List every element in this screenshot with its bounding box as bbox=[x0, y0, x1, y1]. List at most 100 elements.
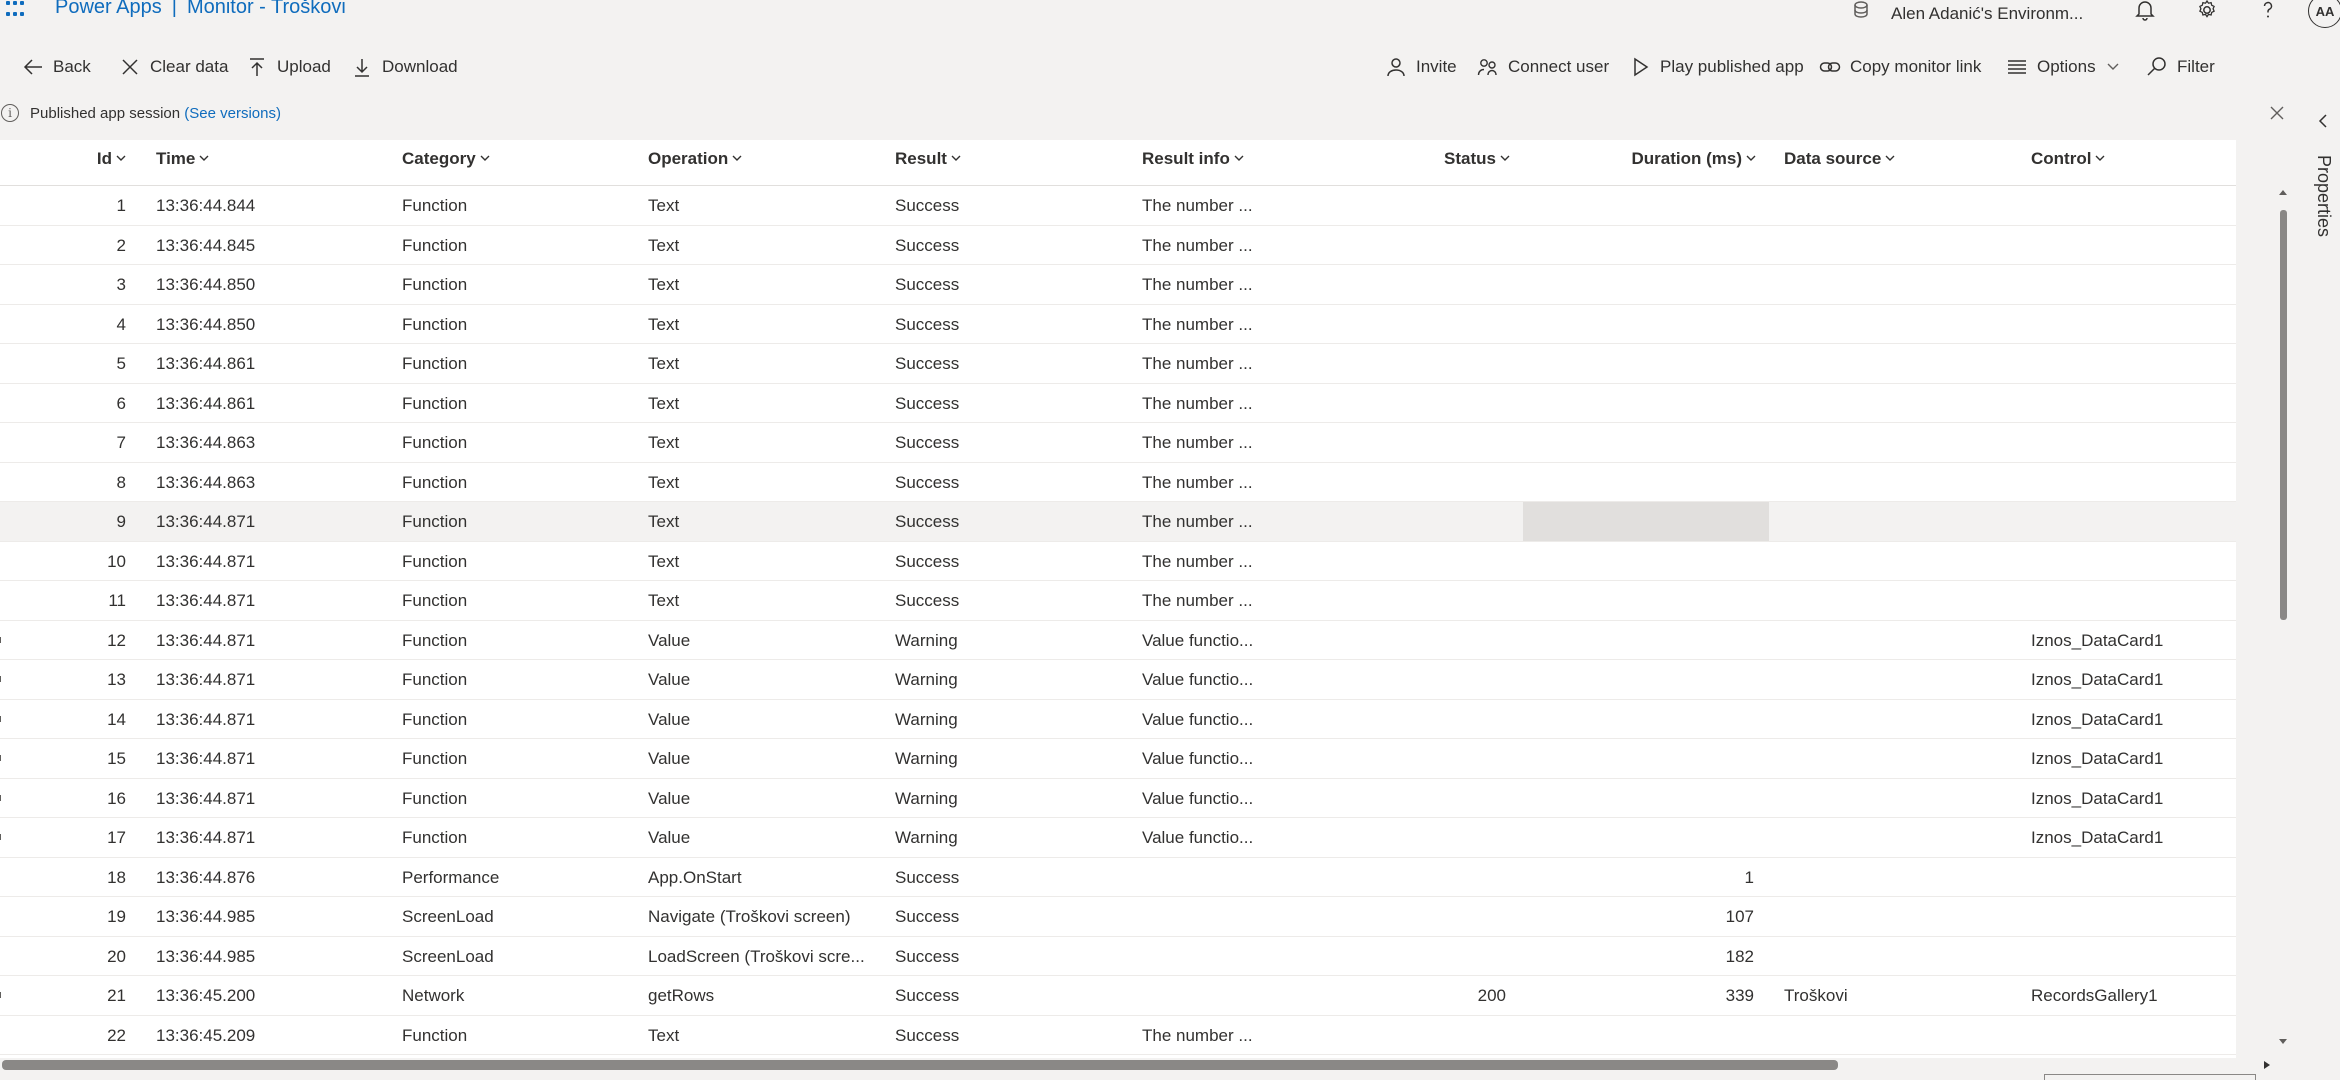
settings-gear-icon[interactable] bbox=[2195, 0, 2219, 22]
table-row[interactable]: 14 13:36:44.871 Function Value Warning Value … bbox=[0, 699, 2236, 739]
session-type: Published app session bbox=[30, 105, 181, 122]
cell-operation: Text bbox=[648, 314, 680, 334]
vertical-scroll-thumb[interactable] bbox=[2280, 210, 2287, 620]
table-row[interactable]: 20 13:36:44.985 ScreenLoad LoadScreen (Troš… bbox=[0, 936, 2236, 976]
row-expand-indicator[interactable] bbox=[0, 676, 3, 682]
column-header-result[interactable]: Result bbox=[895, 149, 961, 169]
clear-data-button[interactable]: Clear data bbox=[119, 50, 228, 84]
table-row[interactable]: 8 13:36:44.863 Function Text Success The numb… bbox=[0, 462, 2236, 502]
cell-result: Success bbox=[895, 1025, 960, 1045]
download-arrow-icon bbox=[355, 59, 369, 77]
app-launcher-icon[interactable] bbox=[6, 0, 26, 20]
table-row[interactable]: 4 13:36:44.850 Function Text Success The numb… bbox=[0, 304, 2236, 344]
column-header-id[interactable]: Id bbox=[60, 149, 126, 169]
row-expand-indicator[interactable] bbox=[0, 992, 3, 998]
row-expand-indicator[interactable] bbox=[0, 755, 3, 761]
row-expand-indicator[interactable] bbox=[0, 834, 3, 840]
app-name[interactable]: Power Apps bbox=[55, 0, 162, 18]
table-row[interactable]: 15 13:36:44.871 Function Value Warning Value … bbox=[0, 739, 2236, 779]
chevron-down-icon bbox=[951, 155, 961, 161]
column-header-result-info[interactable]: Result info bbox=[1142, 149, 1244, 169]
environment-name[interactable]: Alen Adanić's Environm... bbox=[1891, 4, 2083, 24]
cell-operation: getRows bbox=[648, 986, 715, 1005]
cell-id: 9 bbox=[116, 512, 126, 531]
cell-result: Success bbox=[895, 354, 960, 373]
column-header-data-source[interactable]: Data source bbox=[1784, 149, 1895, 169]
cell-category: Function bbox=[402, 354, 468, 373]
properties-panel-toggle[interactable]: Properties bbox=[2304, 155, 2334, 265]
scroll-up-arrow-icon[interactable] bbox=[2276, 186, 2290, 198]
table-row[interactable]: 11 13:36:44.871 Function Text Success The num… bbox=[0, 581, 2236, 621]
scroll-down-arrow-icon[interactable] bbox=[2276, 1036, 2290, 1048]
table-row[interactable]: 22 13:36:45.209 Function Text Success The num… bbox=[0, 1015, 2236, 1055]
row-expand-indicator[interactable] bbox=[0, 636, 3, 643]
column-header-control[interactable]: Control bbox=[2031, 149, 2105, 169]
cell-id: 19 bbox=[107, 907, 126, 926]
table-row[interactable]: 18 13:36:44.876 Performance App.OnStart Succ… bbox=[0, 857, 2236, 897]
connect-user-button[interactable]: Connect user bbox=[1477, 50, 1609, 84]
copy-monitor-link-button[interactable]: Copy monitor link bbox=[1819, 50, 1981, 84]
table-row[interactable]: 17 13:36:44.871 Function Value Warning Value … bbox=[0, 818, 2236, 858]
table-row[interactable]: 12 13:36:44.871 Function Value Warning Value … bbox=[0, 620, 2236, 660]
cell-category: Function bbox=[402, 591, 468, 610]
table-row[interactable]: 19 13:36:44.985 ScreenLoad Navigate (Troško… bbox=[0, 897, 2236, 937]
table-row[interactable]: 5 13:36:44.861 Function Text Success The numb… bbox=[0, 344, 2236, 384]
upload-button[interactable]: Upload bbox=[246, 50, 331, 84]
cell-category: Function bbox=[402, 512, 468, 531]
options-dropdown[interactable]: Options bbox=[2006, 50, 2120, 84]
table-row[interactable]: 9 13:36:44.871 Function Text Success The numb… bbox=[0, 502, 2236, 542]
column-header-category[interactable]: Category bbox=[402, 149, 490, 169]
cell-category: Function bbox=[402, 551, 468, 571]
close-x-icon bbox=[122, 59, 138, 75]
user-avatar[interactable]: AA bbox=[2308, 0, 2340, 28]
scroll-right-arrow-icon[interactable] bbox=[2260, 1058, 2274, 1072]
cell-time: 13:36:44.850 bbox=[156, 275, 256, 294]
download-button[interactable]: Download bbox=[351, 50, 458, 84]
horizontal-scroll-thumb[interactable] bbox=[2, 1060, 1838, 1070]
cell-time: 13:36:44.871 bbox=[156, 512, 256, 531]
table-row[interactable]: 1 13:36:44.844 Function Text Success The numb… bbox=[0, 186, 2236, 226]
cell-id: 22 bbox=[107, 1025, 126, 1045]
cell-result-info: Value functio... bbox=[1142, 749, 1254, 768]
table-row[interactable]: 3 13:36:44.850 Function Text Success The numb… bbox=[0, 265, 2236, 305]
cell-operation: Text bbox=[648, 551, 680, 571]
cell-operation: Value bbox=[648, 828, 691, 847]
table-row[interactable]: 21 13:36:45.200 Network getRows Success 200 33… bbox=[0, 976, 2236, 1016]
table-row[interactable]: 16 13:36:44.871 Function Value Warning Value … bbox=[0, 778, 2236, 818]
cell-operation: Value bbox=[648, 630, 691, 650]
cell-result: Warning bbox=[895, 630, 958, 650]
cell-result: Success bbox=[895, 551, 960, 571]
filter-button[interactable]: Filter bbox=[2146, 50, 2215, 84]
cell-result-info: The number ... bbox=[1142, 591, 1253, 610]
chevron-down-icon bbox=[1746, 155, 1756, 161]
back-button[interactable]: Back bbox=[22, 50, 91, 84]
table-row[interactable]: 6 13:36:44.861 Function Text Success The numb… bbox=[0, 383, 2236, 423]
row-expand-indicator[interactable] bbox=[0, 794, 3, 801]
cell-time: 13:36:44.861 bbox=[156, 393, 256, 413]
cell-operation: Text bbox=[648, 196, 680, 215]
close-icon[interactable] bbox=[2266, 102, 2288, 124]
table-row[interactable]: 7 13:36:44.863 Function Text Success The numb… bbox=[0, 423, 2236, 463]
session-info-text: Published app session (See versions) bbox=[30, 105, 281, 122]
column-header-operation[interactable]: Operation bbox=[648, 149, 742, 169]
see-versions-link[interactable]: (See versions) bbox=[184, 105, 281, 122]
cell-result: Success bbox=[895, 275, 960, 294]
row-expand-indicator[interactable] bbox=[0, 715, 3, 722]
play-published-app-button[interactable]: Play published app bbox=[1629, 50, 1804, 84]
column-header-duration[interactable]: Duration (ms) bbox=[1560, 149, 1756, 169]
cell-result-info: Value functio... bbox=[1142, 630, 1254, 650]
cell-id: 20 bbox=[107, 946, 126, 966]
table-row[interactable]: 2 13:36:44.845 Function Text Success The numb… bbox=[0, 225, 2236, 265]
table-row[interactable]: 13 13:36:44.871 Function Value Warning Value … bbox=[0, 660, 2236, 700]
chevron-left-icon[interactable] bbox=[2314, 112, 2332, 130]
table-row[interactable]: 10 13:36:44.871 Function Text Success The num… bbox=[0, 541, 2236, 581]
column-header-time[interactable]: Time bbox=[156, 149, 209, 169]
environment-icon[interactable] bbox=[1850, 0, 1872, 20]
help-icon[interactable] bbox=[2256, 0, 2280, 22]
cell-operation: Text bbox=[648, 512, 680, 531]
invite-button[interactable]: Invite bbox=[1385, 50, 1457, 84]
notification-bell-icon[interactable] bbox=[2133, 0, 2157, 22]
column-header-status[interactable]: Status bbox=[1380, 149, 1510, 169]
cell-category: ScreenLoad bbox=[402, 946, 494, 966]
chevron-down-icon bbox=[480, 155, 490, 161]
